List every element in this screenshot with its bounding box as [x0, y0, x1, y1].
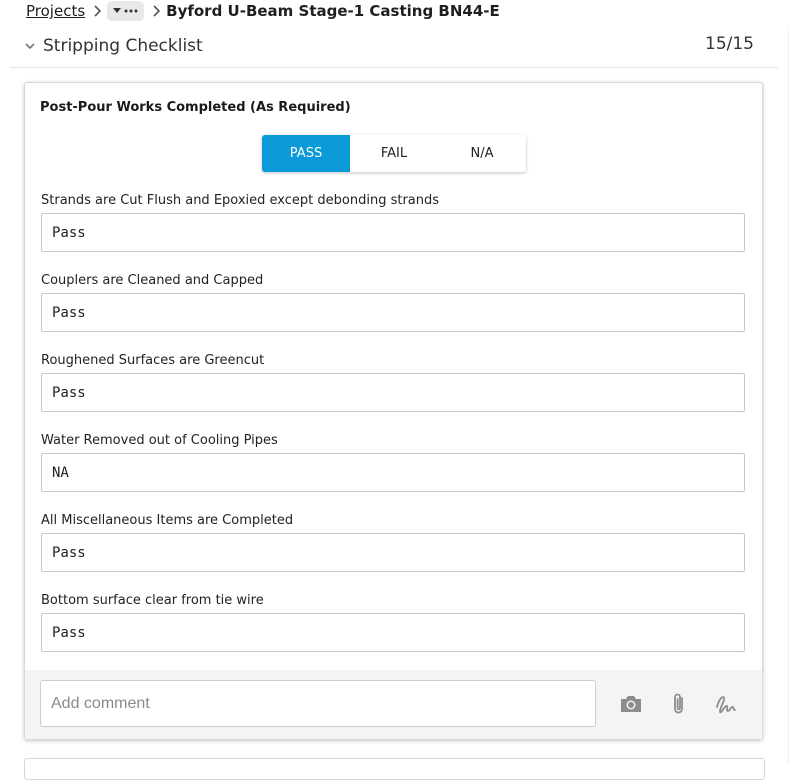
next-card: [24, 758, 765, 780]
field-label: Bottom surface clear from tie wire: [41, 593, 264, 608]
chevron-down-icon[interactable]: [23, 39, 37, 53]
caret-down-icon: [113, 8, 122, 13]
chevron-right-icon: [152, 5, 161, 17]
signature-icon[interactable]: [713, 691, 739, 717]
field-label: Strands are Cut Flush and Epoxied except…: [41, 193, 440, 208]
section-title: Stripping Checklist: [43, 36, 203, 56]
field-input[interactable]: Pass: [41, 613, 745, 652]
chevron-right-icon: [93, 5, 102, 17]
na-option[interactable]: N/A: [438, 135, 526, 172]
section-header[interactable]: Stripping Checklist 15/15: [10, 30, 778, 68]
field-label: Roughened Surfaces are Greencut: [41, 353, 265, 368]
field-label: All Miscellaneous Items are Completed: [41, 513, 294, 528]
fail-option[interactable]: FAIL: [350, 135, 438, 172]
field-input[interactable]: NA: [41, 453, 745, 492]
pass-fail-na-toggle: PASS FAIL N/A: [262, 135, 526, 172]
field-input[interactable]: Pass: [41, 533, 745, 572]
field-label: Couplers are Cleaned and Capped: [41, 273, 264, 288]
card-title: Post-Pour Works Completed (As Required): [40, 100, 351, 115]
divider: [788, 30, 789, 764]
comment-input[interactable]: [40, 680, 596, 727]
paperclip-icon[interactable]: [666, 691, 692, 717]
breadcrumb: Projects Byford U-Beam Stage-1 Casting B…: [26, 0, 500, 22]
breadcrumb-current: Byford U-Beam Stage-1 Casting BN44-E: [166, 2, 500, 20]
camera-icon[interactable]: [618, 691, 644, 717]
ellipsis-icon: [124, 9, 138, 13]
field-input[interactable]: Pass: [41, 293, 745, 332]
field-input[interactable]: Pass: [41, 373, 745, 412]
breadcrumb-more-button[interactable]: [107, 1, 145, 21]
field-label: Water Removed out of Cooling Pipes: [41, 433, 278, 448]
section-progress-count: 15/15: [705, 34, 754, 54]
checklist-item-card: Post-Pour Works Completed (As Required) …: [24, 82, 763, 740]
pass-option[interactable]: PASS: [262, 135, 350, 172]
comment-bar: [25, 670, 762, 739]
field-input[interactable]: Pass: [41, 213, 745, 252]
breadcrumb-projects-link[interactable]: Projects: [26, 2, 85, 20]
